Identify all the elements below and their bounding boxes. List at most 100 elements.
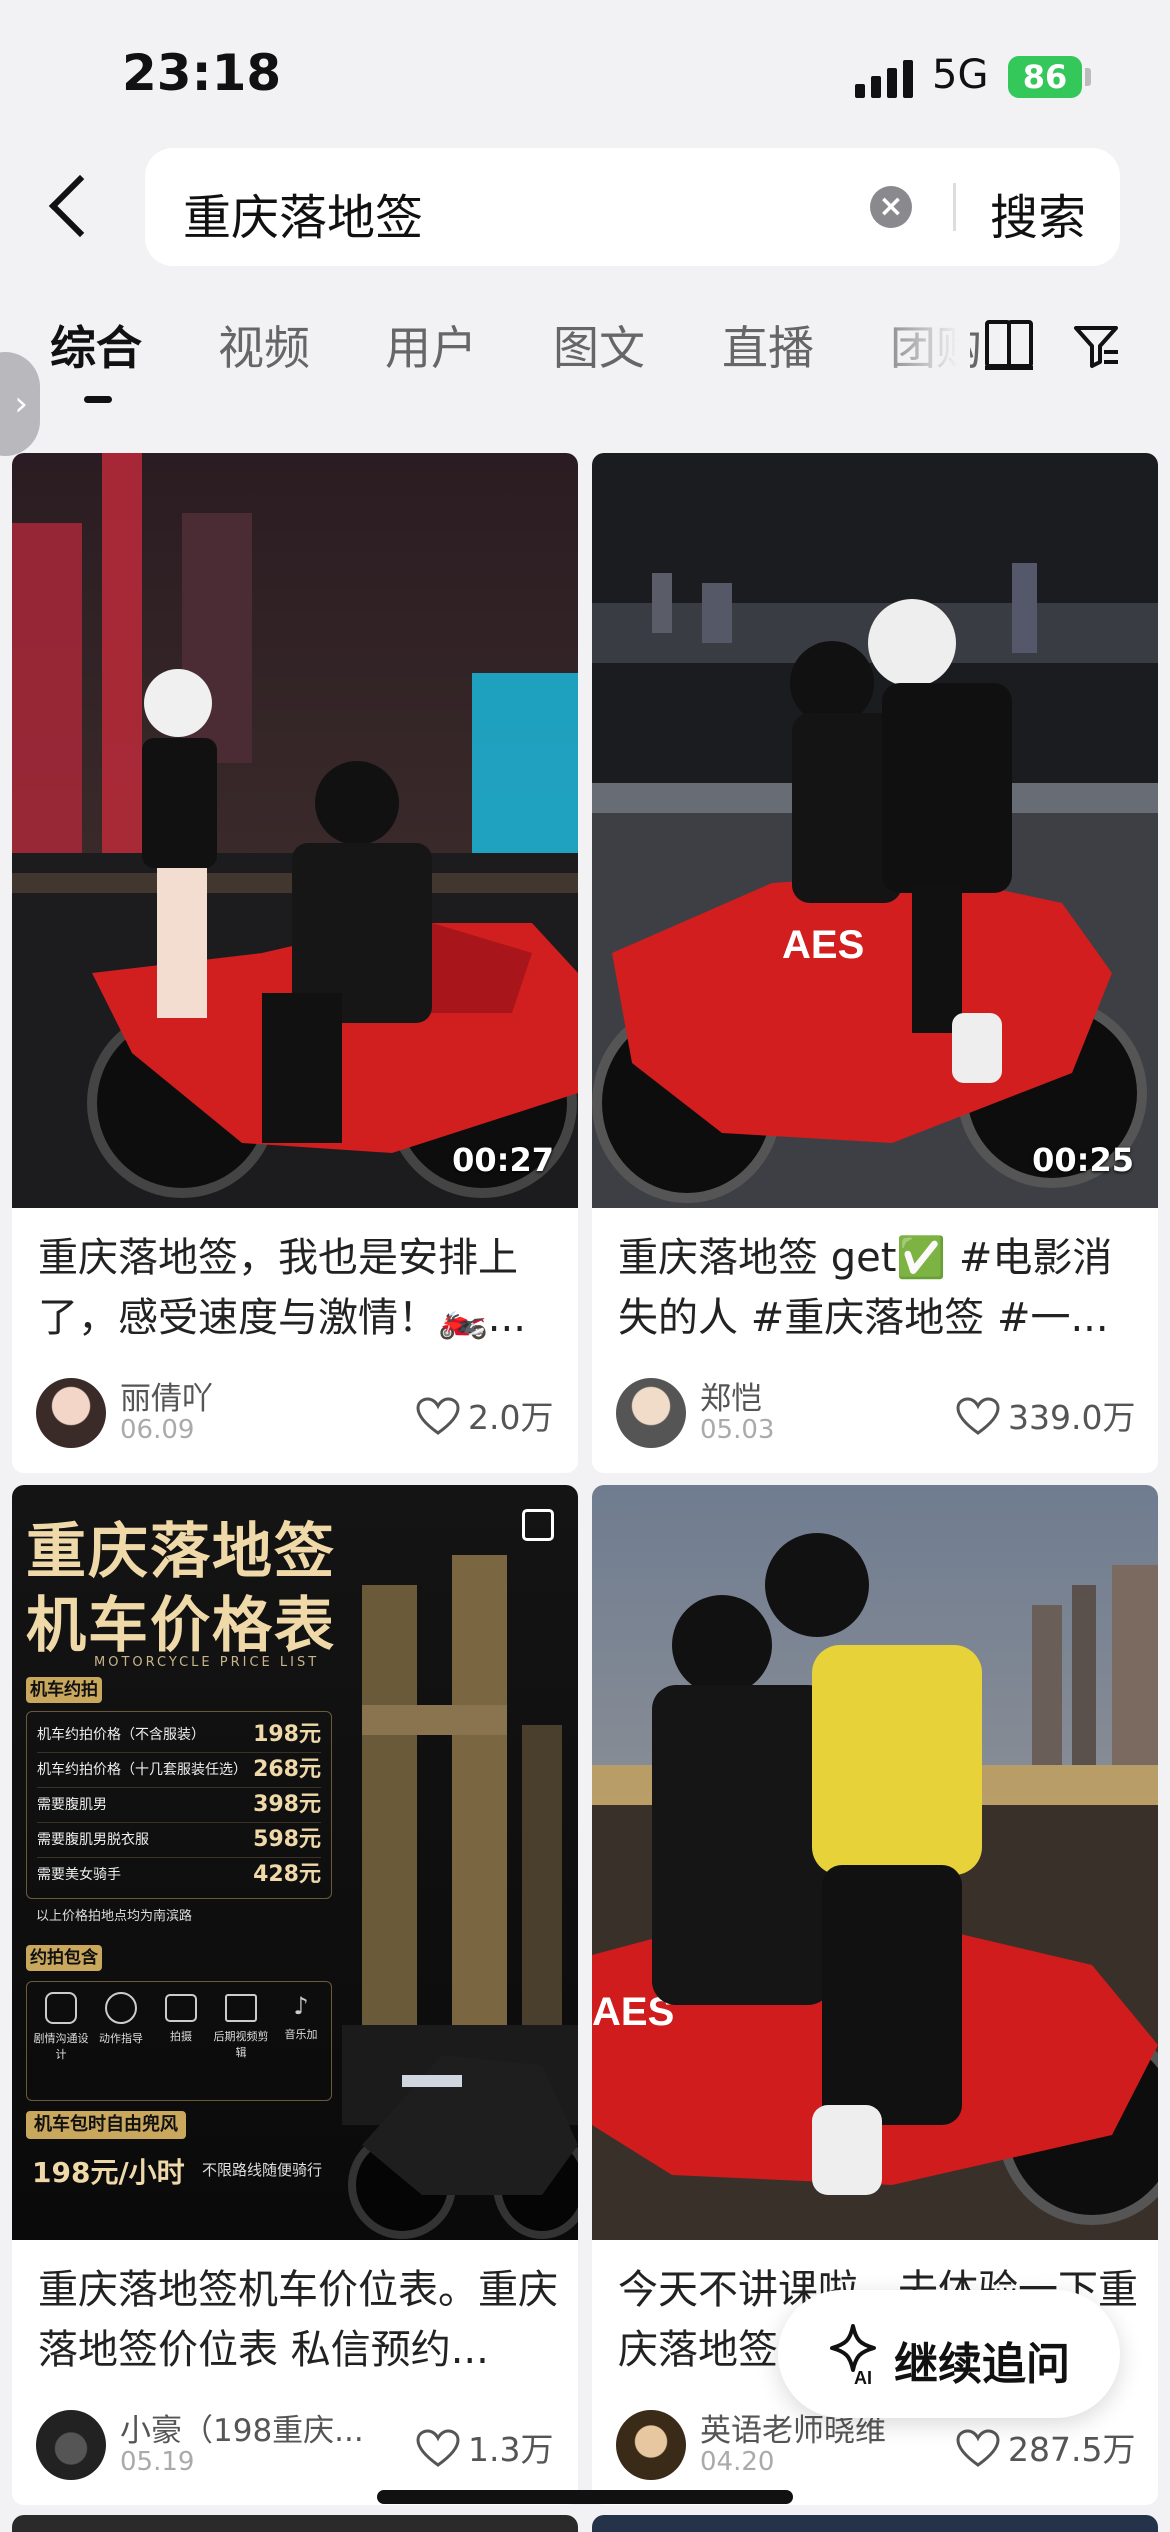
video-duration: 00:25 [1032,1141,1134,1179]
video-thumbnail[interactable] [12,453,578,1208]
price-row: 需要美女骑手 428元 [37,1858,321,1892]
search-query[interactable]: 重庆落地签 [183,178,423,248]
heart-icon[interactable] [956,1397,1000,1435]
camera-icon [165,1994,197,2022]
status-bar: 23:18 5G 86 [0,0,1170,140]
battery-icon: 86 [1008,56,1082,98]
price-row: 需要腹肌男 398元 [37,1788,321,1823]
service-item: 拍摄 [153,1992,209,2044]
service-box: 剧情沟通设计 动作指导 拍摄 后期视频剪辑 ♪ 音乐加 [26,1981,332,2101]
service-label: 剧情沟通设计 [33,2032,89,2061]
author-name[interactable]: 丽倩吖 [120,1373,213,1418]
signal-icon [855,58,915,98]
post-date: 04.20 [700,2447,775,2477]
service-label: 后期视频剪辑 [213,2030,269,2059]
like-count-text: 287.5万 [1008,2430,1136,2469]
layout-toggle-icon[interactable] [985,320,1033,370]
service-label: 动作指导 [99,2032,143,2045]
image-card[interactable]: 重庆落地签 机车价格表 MOTORCYCLE PRICE LIST 机车约拍 机… [12,1485,578,2505]
post-date: 05.03 [700,1415,775,1445]
heart-icon[interactable] [416,2429,460,2467]
continue-ask-label: 继续追问 [894,2339,1070,2390]
tab-video[interactable]: 视频 [218,312,310,378]
card-title[interactable]: 重庆落地签，我也是安排上了，感受速度与激情！🏍️... [38,1228,558,1348]
price-value: 268元 [253,1757,321,1782]
poster-title-line2: 机车价格表 [26,1591,336,1661]
poster-section-label: 机车约拍 [26,1677,102,1703]
search-input[interactable]: 重庆落地签 × 搜索 [145,148,1120,266]
price-item: 需要腹肌男 [37,1797,107,1813]
tab-users[interactable]: 用户 [385,312,477,378]
post-date: 05.19 [120,2447,195,2477]
hourly-price: 198元/小时 [32,2156,185,2189]
avatar[interactable] [36,1378,106,1448]
tab-live[interactable]: 直播 [722,312,814,378]
service-item: 后期视频剪辑 [213,1992,269,2060]
price-item: 机车约拍价格（十几套服装任选） [37,1762,247,1778]
price-poster[interactable]: 重庆落地签 机车价格表 MOTORCYCLE PRICE LIST 机车约拍 机… [12,1485,578,2240]
tab-active-indicator [84,396,112,403]
price-item: 机车约拍价格（不含服装） [37,1727,205,1743]
tab-bar: 综合 视频 用户 图文 直播 团购 [0,300,1170,410]
video-edit-icon [225,1994,257,2022]
network-label: 5G [932,52,989,98]
filter-icon[interactable] [1072,322,1120,370]
like-count[interactable]: 1.3万 [416,2423,553,2471]
search-button[interactable]: 搜索 [990,178,1086,248]
price-row: 需要腹肌男脱衣服 598元 [37,1823,321,1858]
heart-icon[interactable] [956,2429,1000,2467]
ai-sparkle-icon: AI [830,2324,876,2388]
svg-text:AI: AI [854,2368,872,2388]
motorcycle-image [348,2055,578,2239]
card-peek [592,2515,1158,2532]
like-count[interactable]: 2.0万 [416,1391,553,1439]
price-row: 机车约拍价格（十几套服装任选） 268元 [37,1753,321,1788]
poster-subtitle: MOTORCYCLE PRICE LIST [94,1655,320,1670]
music-icon: ♪ [293,1992,309,2020]
service-item: ♪ 音乐加 [273,1992,329,2042]
avatar[interactable] [36,2410,106,2480]
tab-image-text[interactable]: 图文 [553,312,645,378]
back-icon[interactable] [40,170,100,240]
status-time: 23:18 [122,44,282,102]
battery-tip [1085,68,1091,86]
post-date: 06.09 [120,1415,195,1445]
avatar[interactable] [616,1378,686,1448]
service-label: 音乐加 [284,2028,318,2041]
price-row: 机车约拍价格（不含服装） 198元 [37,1718,321,1753]
author-name[interactable]: 小豪（198重庆... [120,2405,364,2450]
service-item: 剧情沟通设计 [33,1992,89,2062]
card-title[interactable]: 重庆落地签机车价位表。重庆落地签价位表 私信预约... [38,2260,558,2380]
price-value: 198元 [253,1722,321,1747]
video-card[interactable]: 00:27 重庆落地签，我也是安排上了，感受速度与激情！🏍️... 丽倩吖 06… [12,453,578,1473]
video-thumbnail[interactable]: AES [592,453,1158,1208]
continue-ask-button[interactable]: AI 继续追问 [778,2290,1120,2418]
like-count[interactable]: 339.0万 [956,1391,1135,1439]
search-divider [953,183,956,231]
poster-note: 以上价格拍地点均为南滨路 [36,1909,193,1924]
heart-icon[interactable] [416,1397,460,1435]
service-item: 动作指导 [93,1992,149,2046]
card-peek [12,2515,578,2532]
like-count[interactable]: 287.5万 [956,2423,1135,2471]
price-value: 598元 [253,1827,321,1852]
service-label: 拍摄 [170,2030,192,2043]
price-value: 428元 [253,1862,321,1887]
person-icon [105,1992,137,2024]
video-thumbnail[interactable]: AES [592,1485,1158,2240]
like-count-text: 339.0万 [1008,1398,1136,1437]
bike-logo-text: AES [782,923,864,967]
avatar[interactable] [616,2410,686,2480]
tab-all[interactable]: 综合 [50,312,142,378]
side-expand-handle[interactable]: › [0,352,40,456]
price-value: 398元 [253,1792,321,1817]
clear-icon[interactable]: × [870,186,912,228]
video-card[interactable]: AES 00:25 重庆落地签 get✅ #电影消失的人 #重庆落地签 #一..… [592,453,1158,1473]
like-count-text: 1.3万 [468,2430,554,2469]
like-count-text: 2.0万 [468,1398,554,1437]
card-title[interactable]: 重庆落地签 get✅ #电影消失的人 #重庆落地签 #一... [618,1228,1138,1348]
home-indicator [377,2490,793,2504]
price-table: 机车约拍价格（不含服装） 198元 机车约拍价格（十几套服装任选） 268元 需要腹… [26,1711,332,1899]
tab-fade [860,300,970,400]
author-name[interactable]: 郑恺 [700,1373,762,1418]
